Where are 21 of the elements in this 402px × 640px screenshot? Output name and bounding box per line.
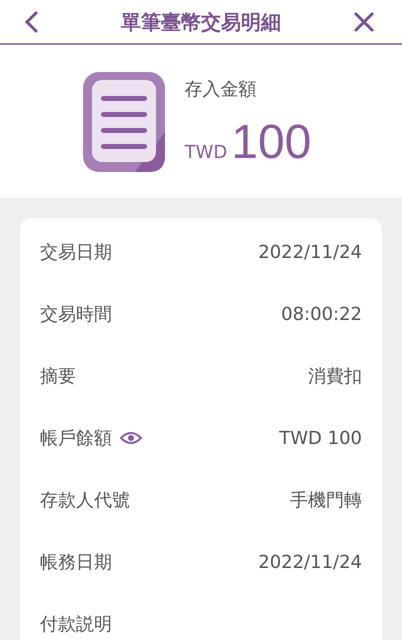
field-value: 手機門轉	[290, 488, 362, 512]
field-label: 交易時間	[40, 302, 112, 326]
field-value: 2022/11/24	[258, 550, 362, 574]
field-label: 帳戶餘額	[40, 426, 112, 450]
field-value: 消費扣	[308, 364, 362, 388]
back-icon	[24, 10, 38, 32]
field-label: 交易日期	[40, 240, 112, 264]
document-icon	[82, 72, 165, 172]
field-label: 存款人代號	[40, 488, 130, 512]
field-label: 摘要	[40, 364, 76, 388]
amount-value: 100	[231, 119, 312, 167]
page-title: 單筆臺幣交易明細	[121, 8, 281, 36]
amount-label: 存入金額	[184, 78, 258, 102]
field-value: 2022/11/24	[258, 240, 362, 264]
field-value: TWD 100	[279, 426, 362, 450]
field-label: 付款説明	[40, 612, 112, 636]
eye-icon[interactable]	[120, 431, 142, 445]
close-icon	[354, 12, 374, 32]
field-value: 08:00:22	[281, 302, 362, 326]
field-label: 帳務日期	[40, 550, 112, 574]
currency-label: TWD	[184, 141, 228, 165]
